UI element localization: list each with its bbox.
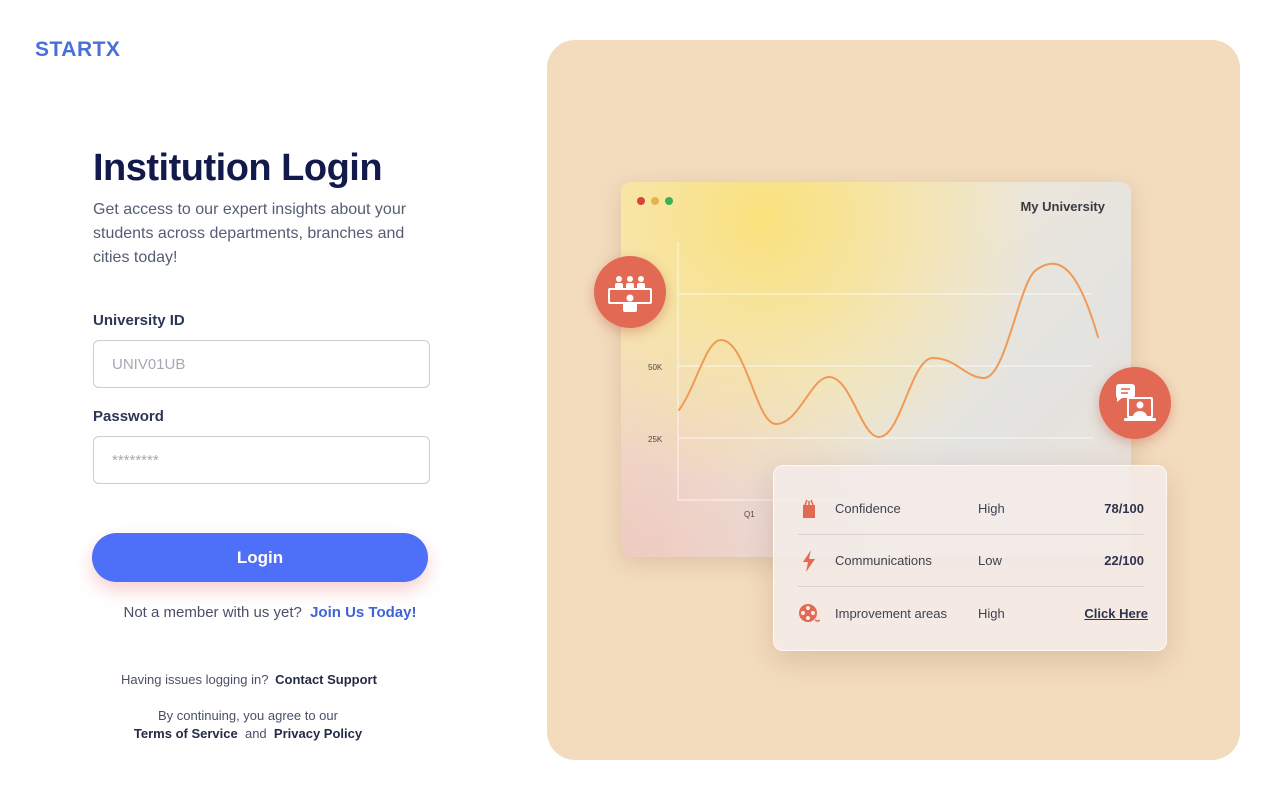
stat-row-confidence: Confidence High 78/100: [798, 483, 1144, 535]
lightning-icon: [798, 549, 820, 572]
login-button[interactable]: Login: [92, 533, 428, 582]
terms-link[interactable]: Terms of Service: [134, 726, 238, 741]
stat-name: Improvement areas: [835, 605, 947, 621]
y-tick-label: 50K: [648, 363, 663, 372]
password-label: Password: [93, 408, 164, 425]
join-row: Not a member with us yet? Join Us Today!: [0, 604, 540, 621]
series-line: [678, 262, 1099, 439]
page-subtitle: Get access to our expert insights about …: [93, 201, 407, 266]
contact-support-link[interactable]: Contact Support: [275, 672, 377, 687]
stats-card: Confidence High 78/100 Communications Lo…: [773, 465, 1167, 651]
film-reel-icon: [798, 602, 820, 624]
legal-and: and: [244, 726, 267, 741]
help-row: Having issues logging in? Contact Suppor…: [0, 672, 498, 687]
y-tick-label: 25K: [648, 435, 663, 444]
stat-score: 22/100: [1104, 553, 1144, 568]
stat-name: Communications: [835, 553, 932, 568]
stat-level: High: [978, 605, 1005, 621]
legal-notice: By continuing, you agree to our Terms of…: [0, 707, 496, 743]
page-title: Institution Login: [93, 147, 383, 189]
stat-row-improvement: Improvement areas High Click Here: [798, 587, 1148, 639]
stat-score: 78/100: [1104, 501, 1144, 516]
stat-level: High: [978, 501, 1005, 516]
classroom-badge: [594, 256, 666, 328]
help-prompt: Having issues logging in?: [121, 672, 269, 687]
join-link[interactable]: Join Us Today!: [310, 604, 416, 621]
stat-row-communications: Communications Low 22/100: [798, 535, 1144, 587]
stat-name: Confidence: [835, 501, 901, 516]
privacy-link[interactable]: Privacy Policy: [274, 726, 362, 741]
gift-bag-icon: [798, 498, 820, 520]
click-here-link[interactable]: Click Here: [1084, 606, 1148, 621]
startx-logo[interactable]: STARTX: [35, 38, 120, 62]
video-chat-icon: [1116, 384, 1156, 421]
login-form: Institution Login Get access to our expe…: [93, 146, 433, 484]
stat-level: Low: [978, 553, 1002, 568]
university-id-label: University ID: [93, 312, 185, 329]
password-input[interactable]: [93, 436, 430, 484]
university-id-input[interactable]: [93, 340, 430, 388]
x-tick-label: Q1: [744, 510, 755, 519]
online-tutor-badge: [1099, 367, 1171, 439]
classroom-icon: [608, 276, 652, 312]
join-prompt: Not a member with us yet?: [123, 604, 302, 621]
legal-prompt: By continuing, you agree to our: [158, 708, 338, 723]
